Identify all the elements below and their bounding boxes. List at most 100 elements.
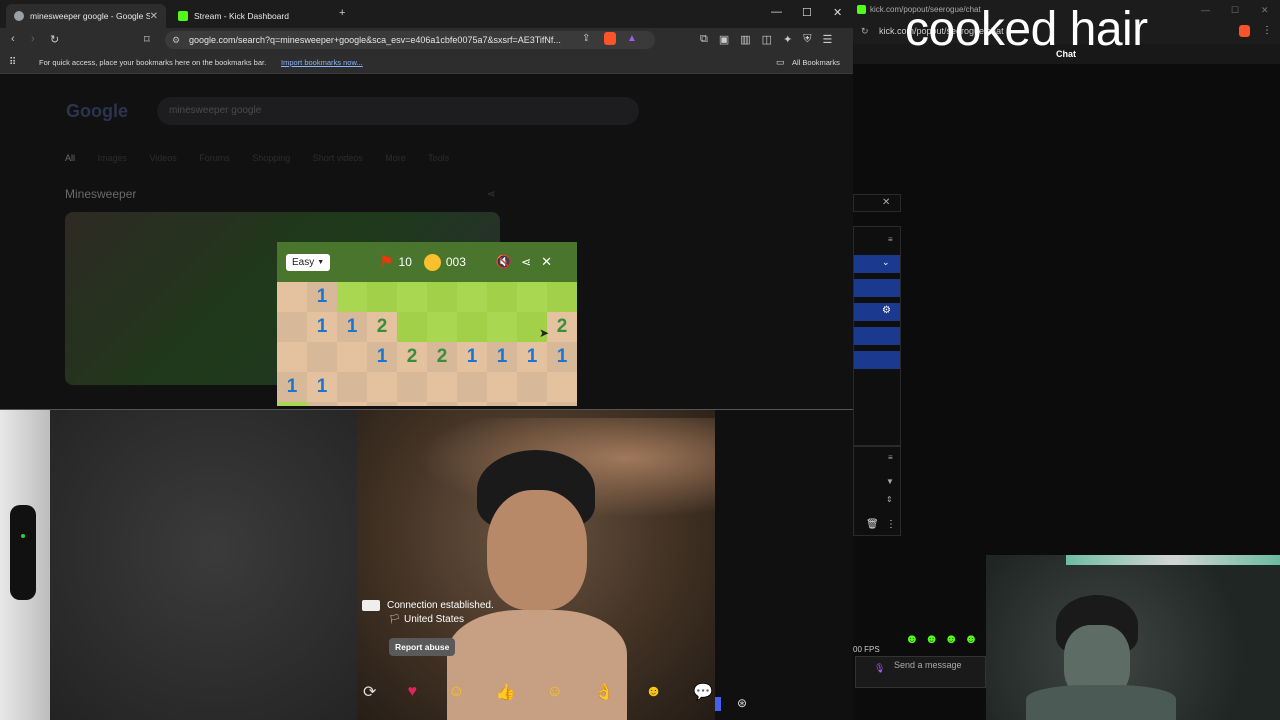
brave-rewards-icon[interactable]: ▲	[627, 33, 637, 44]
reload-icon[interactable]: ↻	[50, 33, 59, 46]
revealed-cell[interactable]: 1	[547, 342, 577, 372]
source-item[interactable]	[854, 351, 900, 369]
menu-icon[interactable]: ⋮	[1262, 25, 1272, 36]
revealed-cell[interactable]: 2	[397, 342, 427, 372]
refresh-icon[interactable]: ⟳	[363, 682, 376, 702]
chevron-down-icon[interactable]: ▼	[886, 477, 894, 486]
heart-icon[interactable]: ♥	[408, 683, 418, 701]
emote-icon[interactable]: ☻	[964, 631, 978, 646]
more-icon[interactable]: ⋮	[886, 519, 896, 530]
revealed-cell[interactable]: 2	[367, 312, 397, 342]
unrevealed-cell[interactable]	[547, 282, 577, 312]
unrevealed-cell[interactable]	[397, 282, 427, 312]
unrevealed-cell[interactable]	[337, 282, 367, 312]
new-tab-icon[interactable]: +	[339, 7, 345, 19]
tab-minesweeper[interactable]: minesweeper google - Google S ✕	[6, 4, 166, 28]
search-input[interactable]: minesweeper google	[157, 97, 639, 125]
tab-tools[interactable]: Tools	[428, 153, 449, 163]
game-board[interactable]: 11122122111111	[277, 282, 577, 406]
thumbs-up-icon[interactable]: 👍	[496, 682, 516, 702]
unrevealed-cell[interactable]	[277, 402, 307, 406]
revealed-cell[interactable]	[427, 402, 457, 406]
scene-selected[interactable]: ⌄	[854, 255, 900, 273]
back-icon[interactable]: ‹	[11, 33, 15, 45]
revealed-cell[interactable]: 1	[367, 342, 397, 372]
revealed-cell[interactable]: 1	[487, 342, 517, 372]
tab-shopping[interactable]: Shopping	[252, 153, 290, 163]
revealed-cell[interactable]	[397, 372, 427, 402]
brave-shield-icon[interactable]	[1239, 25, 1250, 37]
revealed-cell[interactable]	[277, 342, 307, 372]
revealed-cell[interactable]	[397, 402, 427, 406]
report-abuse-button[interactable]: Report abuse	[389, 638, 456, 656]
brave-shield-icon[interactable]	[604, 32, 616, 45]
scroll-arrows-icon[interactable]: ⇕	[886, 495, 893, 504]
import-bookmarks-link[interactable]: Import bookmarks now...	[281, 58, 363, 67]
unrevealed-cell[interactable]	[427, 312, 457, 342]
revealed-cell[interactable]	[457, 372, 487, 402]
chat-icon[interactable]: 💬	[693, 682, 713, 702]
maximize-icon[interactable]: ☐	[802, 6, 812, 19]
all-bookmarks[interactable]: All Bookmarks	[792, 58, 840, 67]
close-icon[interactable]: ✕	[882, 197, 890, 208]
minimize-icon[interactable]: —	[771, 6, 782, 18]
mute-icon[interactable]: 🔇	[496, 254, 512, 270]
chat-message-input[interactable]: 🎙 Send a message	[855, 656, 986, 688]
revealed-cell[interactable]: 1	[457, 342, 487, 372]
emote-icon[interactable]: ☻	[944, 631, 958, 646]
close-tab-icon[interactable]: ✕	[150, 11, 158, 22]
tab-images[interactable]: Images	[97, 153, 127, 163]
revealed-cell[interactable]: 1	[337, 312, 367, 342]
revealed-cell[interactable]	[307, 342, 337, 372]
bookmark-icon[interactable]: ⌑	[144, 33, 150, 46]
list-icon[interactable]: ≡	[888, 235, 893, 244]
revealed-cell[interactable]: 2	[547, 312, 577, 342]
smile-icon[interactable]: ☺	[547, 683, 563, 701]
share-icon[interactable]: ⋖	[521, 255, 531, 269]
menu-icon[interactable]: ☰	[823, 33, 833, 46]
tab-short-videos[interactable]: Short videos	[313, 153, 363, 163]
revealed-cell[interactable]: 1	[307, 372, 337, 402]
revealed-cell[interactable]	[337, 402, 367, 406]
vpn-icon[interactable]: ⛨	[803, 33, 811, 46]
revealed-cell[interactable]	[487, 372, 517, 402]
unrevealed-cell[interactable]	[457, 282, 487, 312]
site-info-icon[interactable]: ⚙	[172, 35, 180, 46]
sidebar-icon[interactable]: ▥	[740, 33, 750, 46]
unrevealed-cell[interactable]	[517, 282, 547, 312]
revealed-cell[interactable]: 2	[427, 342, 457, 372]
close-window-icon[interactable]: ✕	[1261, 5, 1269, 16]
google-logo[interactable]: Google	[66, 101, 128, 122]
gear-icon[interactable]: ⚙	[882, 305, 891, 316]
revealed-cell[interactable]	[277, 282, 307, 312]
revealed-cell[interactable]	[337, 372, 367, 402]
unrevealed-cell[interactable]	[427, 282, 457, 312]
revealed-cell[interactable]: 1	[277, 372, 307, 402]
revealed-cell[interactable]	[547, 402, 577, 406]
difficulty-select[interactable]: Easy ▼	[286, 253, 331, 271]
share-icon[interactable]: ⇪	[582, 33, 590, 44]
unrevealed-cell[interactable]	[487, 282, 517, 312]
screenshot-icon[interactable]: ▣	[719, 33, 729, 46]
tab-more[interactable]: More	[385, 153, 406, 163]
apps-icon[interactable]: ⠿	[9, 57, 16, 68]
revealed-cell[interactable]	[487, 402, 517, 406]
revealed-cell[interactable]: 1	[517, 342, 547, 372]
close-window-icon[interactable]: ✕	[833, 6, 842, 19]
emote-icon[interactable]: ☻	[925, 631, 939, 646]
leo-icon[interactable]: ✦	[783, 33, 792, 46]
revealed-cell[interactable]	[457, 402, 487, 406]
close-icon[interactable]: ✕	[541, 254, 552, 270]
forward-icon[interactable]: ›	[31, 33, 35, 45]
tab-kick-dashboard[interactable]: Stream - Kick Dashboard	[170, 4, 330, 28]
ok-hand-icon[interactable]: 👌	[594, 682, 614, 702]
unrevealed-cell[interactable]	[487, 312, 517, 342]
revealed-cell[interactable]	[367, 372, 397, 402]
maximize-icon[interactable]: ☐	[1231, 5, 1239, 16]
obs-taskbar-icon[interactable]: ⊛	[737, 696, 747, 710]
unrevealed-cell[interactable]	[457, 312, 487, 342]
tab-videos[interactable]: Videos	[149, 153, 176, 163]
revealed-cell[interactable]	[547, 372, 577, 402]
tab-all[interactable]: All	[65, 153, 75, 163]
revealed-cell[interactable]	[367, 402, 397, 406]
